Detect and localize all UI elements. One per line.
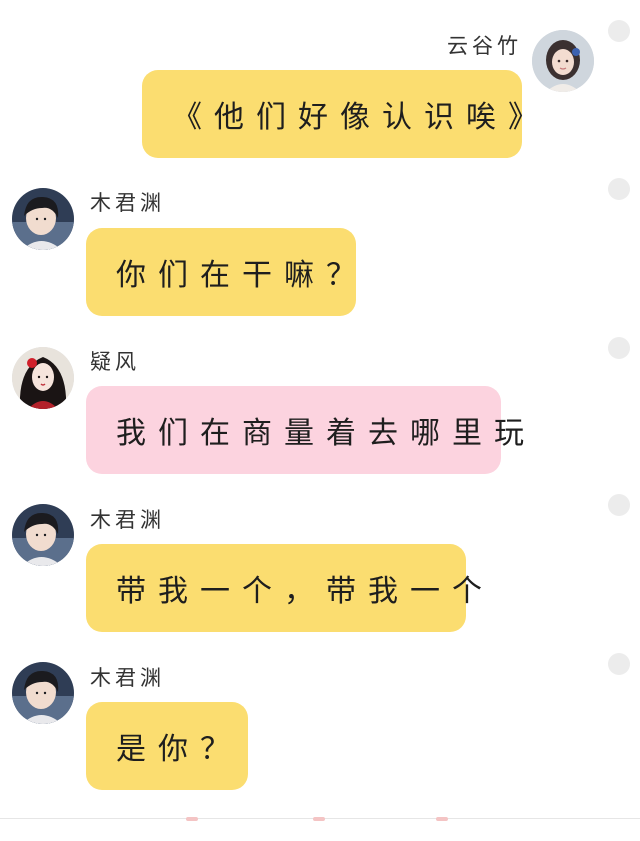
boy-dark-hair-avatar[interactable] — [12, 662, 74, 724]
message-status-dot[interactable] — [608, 494, 630, 516]
message-status-dot[interactable] — [608, 653, 630, 675]
message-bubble[interactable]: 是你？ — [86, 702, 248, 790]
message-bubble[interactable]: 《他们好像认识唉》 — [142, 70, 538, 158]
message-status-dot[interactable] — [608, 337, 630, 359]
sender-name: 木君渊 — [90, 191, 165, 215]
chat-thread: 云谷竹 《他们好像认识唉》 木君渊 你们在干嘛？ 疑风 我们在商量着去哪里玩 木… — [0, 0, 640, 841]
sender-name: 木君渊 — [90, 508, 165, 532]
message-bubble[interactable]: 我们在商量着去哪里玩 — [86, 386, 524, 474]
message-status-dot[interactable] — [608, 20, 630, 42]
message-bubble[interactable]: 带我一个，带我一个 — [86, 544, 482, 632]
boy-dark-hair-avatar[interactable] — [12, 504, 74, 566]
girl-red-flower-avatar[interactable] — [12, 347, 74, 409]
message-status-dot[interactable] — [608, 178, 630, 200]
girl-blue-hairpin-avatar[interactable] — [532, 30, 594, 92]
message-bubble[interactable]: 你们在干嘛？ — [86, 228, 356, 316]
sender-name: 云谷竹 — [447, 34, 522, 58]
boy-dark-hair-avatar[interactable] — [12, 188, 74, 250]
reaction-indicator — [313, 817, 325, 821]
reaction-indicator — [186, 817, 198, 821]
sender-name: 疑风 — [90, 350, 140, 374]
sender-name: 木君渊 — [90, 666, 165, 690]
reaction-indicator — [436, 817, 448, 821]
